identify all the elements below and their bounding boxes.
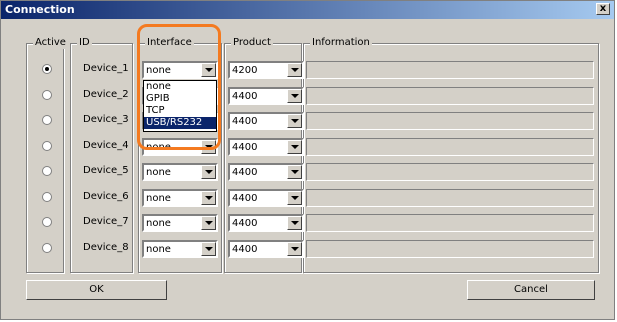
product-select[interactable]: 4400 xyxy=(228,138,304,156)
product-value: 4400 xyxy=(232,218,258,229)
information-field xyxy=(306,112,594,130)
product-value: 4400 xyxy=(232,167,258,178)
information-header: Information xyxy=(310,37,372,49)
chevron-down-icon[interactable] xyxy=(287,140,302,154)
chevron-down-icon[interactable] xyxy=(201,165,216,179)
product-value: 4400 xyxy=(232,244,258,255)
active-radio[interactable] xyxy=(42,192,52,202)
information-field xyxy=(306,163,594,181)
active-radio[interactable] xyxy=(42,115,52,125)
product-select[interactable]: 4400 xyxy=(228,240,304,258)
active-header: Active xyxy=(33,37,68,49)
device-id: Device_7 xyxy=(83,216,129,227)
chevron-down-icon[interactable] xyxy=(201,242,216,256)
information-field xyxy=(306,138,594,156)
device-id: Device_3 xyxy=(83,114,129,125)
interface-value: none xyxy=(146,244,171,255)
title-bar: Connection x xyxy=(1,1,614,19)
device-id: Device_1 xyxy=(83,63,129,74)
device-id: Device_8 xyxy=(83,242,129,253)
interface-select[interactable]: none xyxy=(142,240,218,258)
interface-value: none xyxy=(146,218,171,229)
product-select[interactable]: 4400 xyxy=(228,214,304,232)
active-radio[interactable] xyxy=(42,141,52,151)
device-id: Device_5 xyxy=(83,165,129,176)
dropdown-option-highlighted[interactable]: USB/RS232 xyxy=(144,117,216,129)
product-select[interactable]: 4400 xyxy=(228,112,304,130)
device-id: Device_4 xyxy=(83,140,129,151)
interface-value: none xyxy=(146,65,171,76)
chevron-down-icon[interactable] xyxy=(287,63,302,77)
cancel-button[interactable]: Cancel xyxy=(467,280,595,300)
id-header: ID xyxy=(77,37,92,49)
interface-select[interactable]: none xyxy=(142,163,218,181)
active-radio[interactable] xyxy=(42,64,52,74)
information-field xyxy=(306,189,594,207)
active-radio[interactable] xyxy=(42,217,52,227)
information-field xyxy=(306,214,594,232)
ok-button[interactable]: OK xyxy=(26,280,167,300)
chevron-down-icon[interactable] xyxy=(201,140,216,154)
product-value: 4400 xyxy=(232,142,258,153)
interface-header: Interface xyxy=(145,37,194,49)
product-select[interactable]: 4400 xyxy=(228,163,304,181)
active-group: Active xyxy=(26,37,68,273)
active-radio[interactable] xyxy=(42,166,52,176)
product-value: 4400 xyxy=(232,91,258,102)
device-id: Device_2 xyxy=(83,89,129,100)
active-radio[interactable] xyxy=(42,90,52,100)
dropdown-option[interactable]: GPIB xyxy=(144,93,216,105)
chevron-down-icon[interactable] xyxy=(287,89,302,103)
product-value: 4200 xyxy=(232,65,258,76)
active-radio[interactable] xyxy=(42,243,52,253)
interface-select[interactable]: none xyxy=(142,138,218,156)
chevron-down-icon[interactable] xyxy=(287,165,302,179)
chevron-down-icon[interactable] xyxy=(201,63,216,77)
dropdown-option[interactable]: none xyxy=(144,81,216,93)
product-select[interactable]: 4400 xyxy=(228,87,304,105)
interface-value: none xyxy=(146,193,171,204)
information-field xyxy=(306,61,594,79)
chevron-down-icon[interactable] xyxy=(287,242,302,256)
product-header: Product xyxy=(231,37,273,49)
product-select[interactable]: 4200 xyxy=(228,61,304,79)
interface-value: none xyxy=(146,142,171,153)
id-group: ID xyxy=(70,37,133,273)
product-value: 4400 xyxy=(232,116,258,127)
interface-dropdown-list[interactable]: none GPIB TCP USB/RS232 xyxy=(143,80,217,132)
interface-select[interactable]: none xyxy=(142,61,218,79)
chevron-down-icon[interactable] xyxy=(287,191,302,205)
chevron-down-icon[interactable] xyxy=(201,191,216,205)
interface-select[interactable]: none xyxy=(142,214,218,232)
information-field xyxy=(306,240,594,258)
chevron-down-icon[interactable] xyxy=(287,216,302,230)
connection-dialog: Connection x Active ID Interface Product… xyxy=(0,0,615,320)
close-button[interactable]: x xyxy=(596,3,610,15)
product-select[interactable]: 4400 xyxy=(228,189,304,207)
dropdown-option[interactable]: TCP xyxy=(144,105,216,117)
product-value: 4400 xyxy=(232,193,258,204)
interface-select[interactable]: none xyxy=(142,189,218,207)
chevron-down-icon[interactable] xyxy=(287,114,302,128)
close-icon: x xyxy=(599,3,607,14)
chevron-down-icon[interactable] xyxy=(201,216,216,230)
device-id: Device_6 xyxy=(83,191,129,202)
window-title: Connection xyxy=(5,3,75,16)
interface-value: none xyxy=(146,167,171,178)
information-field xyxy=(306,87,594,105)
